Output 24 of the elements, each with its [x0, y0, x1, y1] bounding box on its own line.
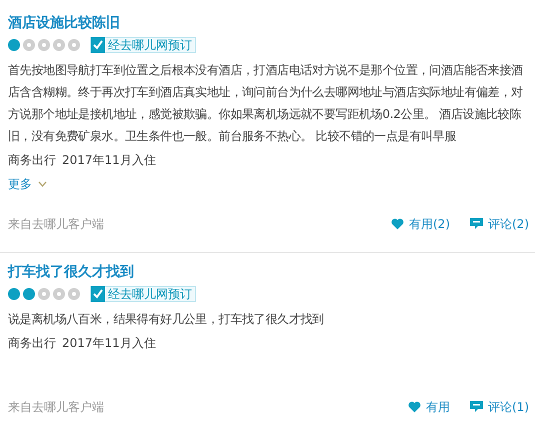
checkbox-icon	[91, 37, 105, 53]
comment-button[interactable]: 评论(2)	[470, 214, 529, 234]
useful-button[interactable]: 有用(2)	[391, 214, 450, 234]
more-link[interactable]: 更多	[8, 174, 47, 194]
review-text: 说是离机场八百米，结果得有好几公里，打车找了很久才找到	[8, 311, 325, 328]
review-text: 首先按地图导航打车到位置之后根本没有酒店，打酒店电话对方说不是那个位置，问酒店能否来接酒店含含糊糊。终于再次打车到酒店真实地址，询问前台为什么去哪网地址与酒店实际地址有偏差，对方说那个地址是接机地址，感觉被欺骗。你如果离机场远就不要写距机场0.2公里。 酒店设施比较陈旧，没有免费矿泉水。卫生条件也一般。前台服务不热心。 比较不错的一点是有叫早服	[8, 62, 524, 145]
chevron-down-icon	[38, 181, 47, 187]
review-title[interactable]: 酒店设施比较陈旧	[8, 12, 529, 34]
booked-badge: 经去哪儿网预订	[90, 286, 196, 302]
source-label: 来自去哪儿客户端	[8, 216, 104, 233]
comment-icon	[470, 401, 483, 413]
review-title[interactable]: 打车找了很久才找到	[8, 261, 529, 283]
source-label: 来自去哪儿客户端	[8, 399, 104, 416]
stay-date: 2017年11月入住	[62, 152, 156, 169]
comment-icon	[470, 218, 483, 230]
comment-button[interactable]: 评论(1)	[470, 397, 529, 417]
booked-badge: 经去哪儿网预订	[90, 37, 196, 53]
heart-icon	[408, 401, 421, 413]
heart-icon	[391, 218, 404, 230]
useful-button[interactable]: 有用	[408, 397, 450, 417]
trip-type: 商务出行	[8, 152, 56, 169]
stay-date: 2017年11月入住	[62, 335, 156, 352]
trip-type: 商务出行	[8, 335, 56, 352]
checkbox-icon	[91, 286, 105, 302]
